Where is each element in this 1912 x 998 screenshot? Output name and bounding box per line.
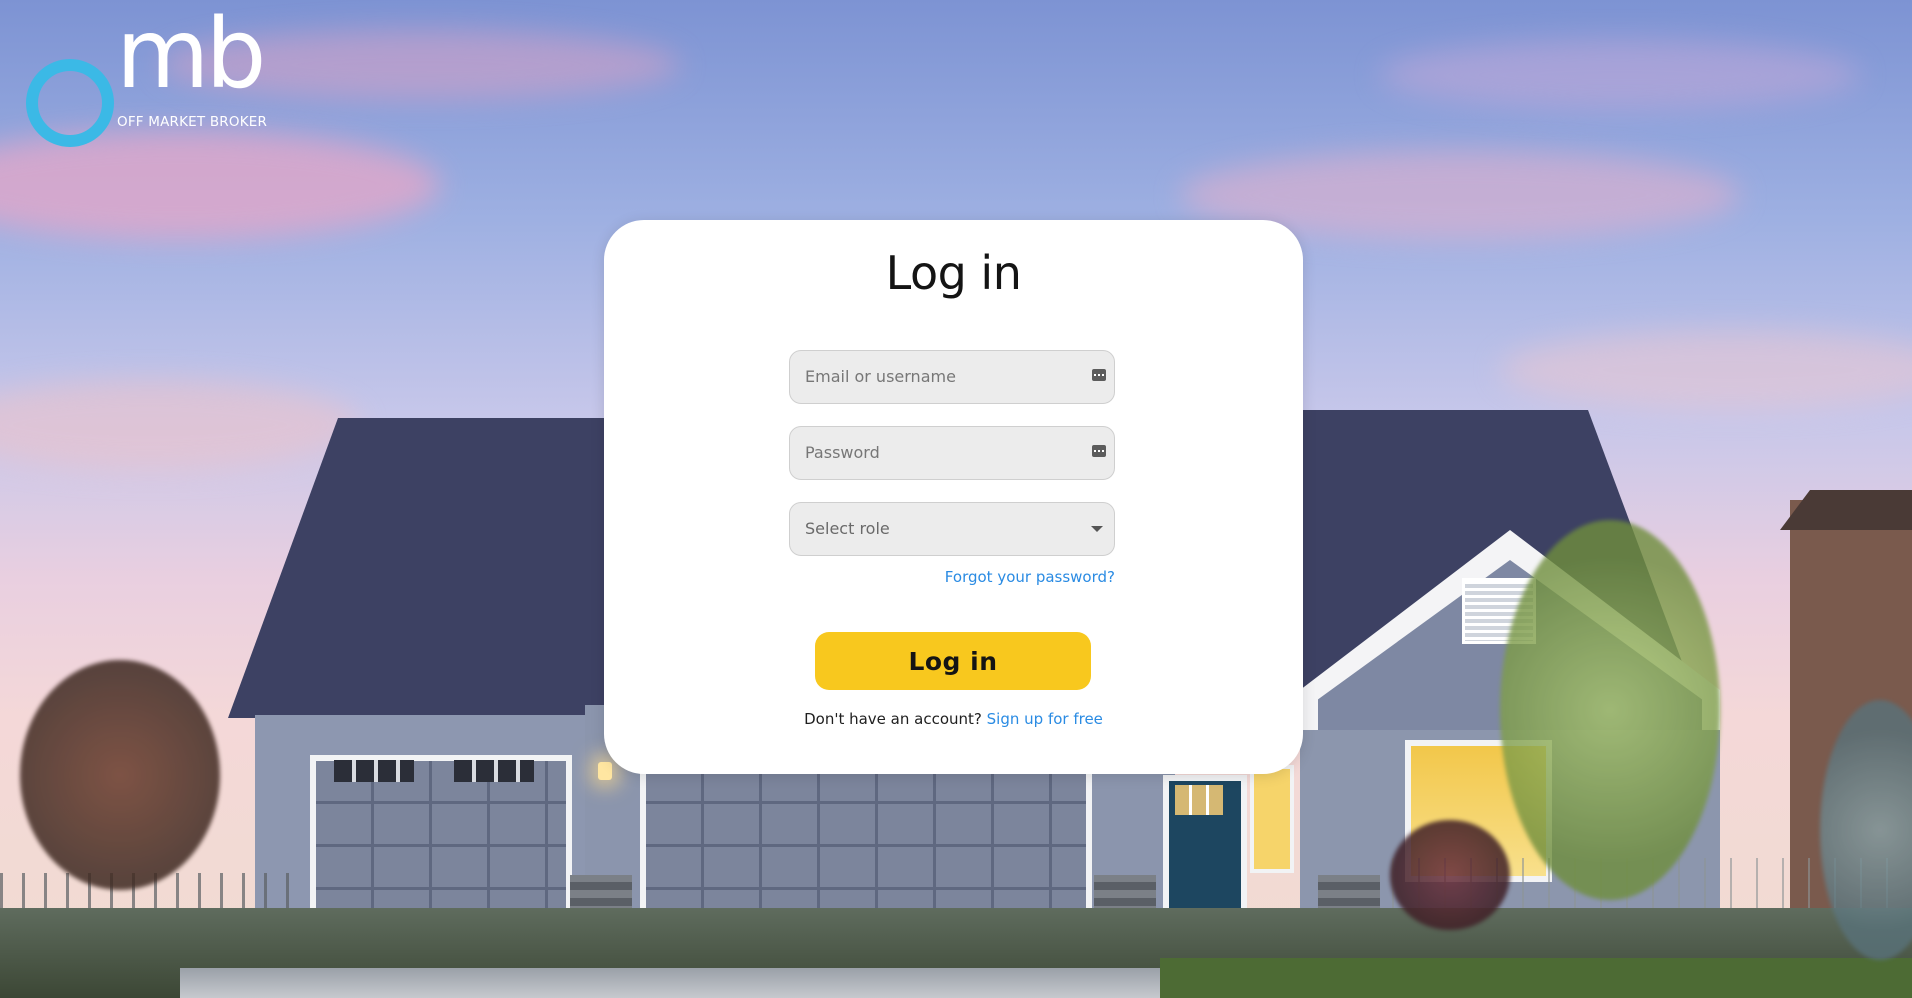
logo-subtitle: OFF MARKET BROKER (117, 114, 268, 130)
logo-wordmark: mb (116, 0, 266, 110)
garage-window (334, 760, 414, 782)
login-card: Log in Select role Forgot your password?… (604, 220, 1303, 774)
tree (1390, 820, 1510, 930)
role-select-value[interactable]: Select role (805, 503, 1075, 555)
password-field[interactable] (789, 426, 1115, 480)
brand-logo[interactable]: mb OFF MARKET BROKER (26, 6, 286, 147)
logo-ring-icon (26, 59, 114, 147)
role-select[interactable]: Select role (789, 502, 1115, 556)
driveway (180, 968, 1160, 998)
password-manager-icon[interactable] (1092, 369, 1106, 381)
login-button[interactable]: Log in (815, 632, 1091, 690)
lit-window (1250, 765, 1294, 873)
front-door-window (1175, 785, 1223, 815)
porch-lamp (598, 762, 612, 780)
tree (20, 660, 220, 890)
lawn (1160, 958, 1912, 998)
password-input[interactable] (805, 427, 1075, 479)
signup-prompt-text: Don't have an account? (804, 710, 982, 728)
password-manager-icon[interactable] (1092, 445, 1106, 457)
forgot-password-link[interactable]: Forgot your password? (945, 568, 1115, 586)
email-input[interactable] (805, 351, 1075, 403)
cloud (1380, 40, 1860, 110)
chevron-down-icon[interactable] (1091, 526, 1103, 532)
signup-link[interactable]: Sign up for free (987, 710, 1103, 728)
login-title: Log in (885, 246, 1022, 300)
signup-prompt: Don't have an account? Sign up for free (604, 710, 1303, 728)
tree (1500, 520, 1720, 900)
garage-window (454, 760, 534, 782)
email-field[interactable] (789, 350, 1115, 404)
